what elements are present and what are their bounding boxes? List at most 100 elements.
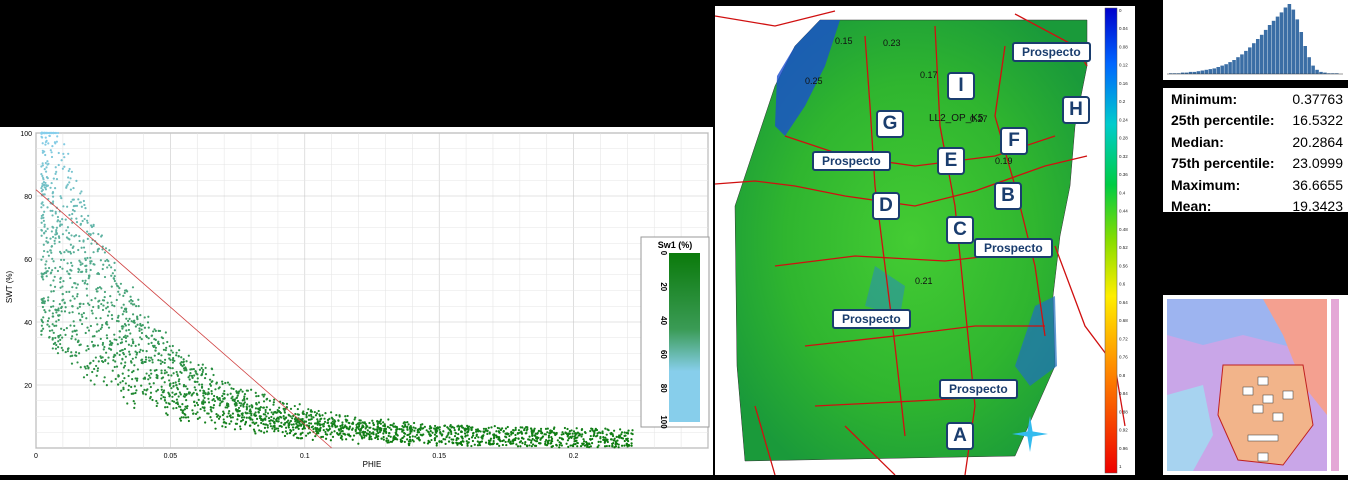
scatter-point xyxy=(155,399,158,403)
scatter-point xyxy=(599,435,602,439)
scatter-point xyxy=(333,421,336,424)
scatter-point xyxy=(157,358,160,362)
scatter-point xyxy=(294,432,297,435)
scatter-point xyxy=(263,426,267,429)
scatter-point xyxy=(604,436,607,439)
scatter-point xyxy=(86,230,89,233)
scatter-point xyxy=(390,440,394,443)
scatter-point xyxy=(392,422,395,425)
scatter-point xyxy=(101,343,104,346)
scatter-point xyxy=(260,421,263,425)
scatter-point xyxy=(531,443,535,446)
scatter-point xyxy=(103,251,107,254)
scatter-point xyxy=(539,442,542,445)
scatter-point xyxy=(387,418,390,421)
scatter-point xyxy=(450,438,453,441)
scatter-point xyxy=(196,380,199,383)
scatter-point xyxy=(474,436,477,440)
scatter-point xyxy=(614,445,618,448)
scatter-point xyxy=(257,394,260,398)
scatter-point xyxy=(186,387,189,390)
scatter-point xyxy=(469,426,473,429)
scatter-point xyxy=(212,403,216,407)
scatter-point xyxy=(161,391,164,394)
legend-colorbar xyxy=(669,253,700,422)
scatter-point xyxy=(251,418,254,421)
scatter-point xyxy=(42,249,46,253)
scatter-point xyxy=(110,314,114,317)
scatter-point xyxy=(142,392,145,395)
scatter-point xyxy=(319,418,322,421)
scatter-point xyxy=(395,426,399,429)
scatter-point xyxy=(47,296,50,299)
scatter-point xyxy=(231,399,234,402)
scatter-point xyxy=(489,442,492,446)
scatter-point xyxy=(413,429,416,432)
scatter-point xyxy=(580,435,583,438)
scatter-point xyxy=(92,251,95,254)
scatter-point xyxy=(107,356,110,359)
scatter-point xyxy=(77,270,80,274)
scatter-point xyxy=(309,422,313,425)
scatter-point xyxy=(248,405,251,408)
scatter-point xyxy=(294,412,297,416)
scatter-point xyxy=(171,351,174,354)
scatter-point xyxy=(74,234,78,237)
scatter-point xyxy=(212,406,215,409)
scatter-point xyxy=(496,435,499,438)
scatter-point xyxy=(133,303,136,306)
scatter-point xyxy=(278,424,281,428)
scatter-point xyxy=(582,438,585,441)
scatter-point xyxy=(214,388,217,391)
scatter-point xyxy=(153,344,156,347)
colorbar-tick-label: 0.88 xyxy=(1119,409,1128,414)
scatter-point xyxy=(283,434,287,438)
scatter-point xyxy=(265,415,268,418)
scatter-point xyxy=(68,290,71,293)
scatter-point xyxy=(436,426,439,429)
scatter-point xyxy=(111,369,114,372)
scatter-point xyxy=(80,205,83,208)
scatter-point xyxy=(96,290,99,293)
scatter-point xyxy=(520,432,524,435)
scatter-point xyxy=(109,294,112,298)
scatter-point xyxy=(377,420,380,423)
histogram-bar xyxy=(1263,29,1268,74)
scatter-point xyxy=(113,353,116,356)
scatter-point xyxy=(369,435,372,438)
scatter-point xyxy=(209,416,212,419)
scatter-point xyxy=(84,257,87,260)
scatter-point xyxy=(223,397,226,400)
scatter-point xyxy=(191,409,194,412)
scatter-point xyxy=(462,440,465,443)
scatter-point xyxy=(57,318,60,322)
scatter-point xyxy=(631,432,634,436)
scatter-point xyxy=(212,397,215,401)
scatter-point xyxy=(324,412,327,415)
scatter-point xyxy=(493,424,496,428)
scatter-point xyxy=(193,374,196,377)
scatter-point xyxy=(531,437,534,441)
y-tick-label: 80 xyxy=(24,194,32,201)
scatter-point xyxy=(137,298,140,301)
scatter-point xyxy=(182,358,185,361)
scatter-point xyxy=(174,381,177,384)
scatter-point xyxy=(56,352,60,355)
scatter-point xyxy=(179,370,182,373)
scatter-point xyxy=(189,371,192,375)
scatter-point xyxy=(43,225,46,228)
scatter-point xyxy=(406,438,409,441)
scatter-point xyxy=(275,417,279,420)
scatter-point xyxy=(110,274,113,277)
scatter-point xyxy=(127,328,131,332)
scatter-point xyxy=(91,312,94,315)
scatter-point xyxy=(56,215,60,219)
scatter-point xyxy=(266,412,270,415)
scatter-point xyxy=(576,436,579,439)
scatter-point xyxy=(43,168,46,171)
scatter-point xyxy=(87,367,90,370)
scatter-point xyxy=(561,438,565,441)
legend-title: Sw1 (%) xyxy=(658,240,693,250)
scatter-point xyxy=(564,431,567,434)
scatter-point xyxy=(131,300,134,303)
